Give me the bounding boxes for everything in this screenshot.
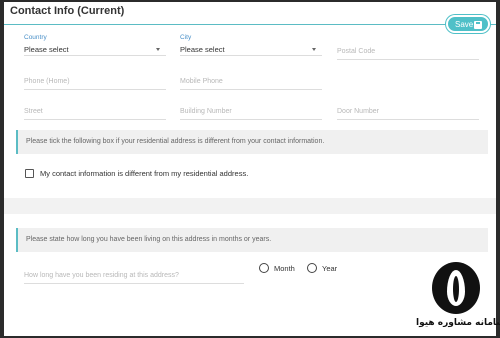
different-address-checkbox[interactable] (25, 169, 34, 178)
chevron-down-icon (156, 48, 160, 51)
year-label: Year (322, 264, 338, 273)
country-select[interactable]: Country Please select (24, 34, 166, 56)
floppy-disk-icon (474, 21, 482, 29)
mobile-phone-placeholder: Mobile Phone (180, 78, 223, 85)
city-value: Please select (180, 45, 225, 54)
year-radio[interactable] (307, 263, 317, 273)
section-header: Contact Info (Current) (4, 2, 496, 25)
country-value: Please select (24, 45, 69, 54)
checkbox-label: My contact information is different from… (40, 169, 249, 178)
info-box-address: Please tick the following box if your re… (16, 130, 488, 154)
street-placeholder: Street (24, 108, 43, 115)
building-number-field[interactable]: Building Number (180, 98, 322, 120)
mobile-phone-field[interactable]: Mobile Phone (180, 68, 322, 90)
section-title: Contact Info (Current) (10, 5, 125, 17)
city-select[interactable]: City Please select (180, 34, 322, 56)
duration-field[interactable]: How long have you been residing at this … (24, 262, 244, 284)
leaf-icon (447, 270, 465, 306)
month-radio[interactable] (259, 263, 269, 273)
save-button-label: Save (455, 19, 474, 29)
watermark-text: سامانه مشاوره هیوا (416, 318, 500, 328)
duration-placeholder: How long have you been residing at this … (24, 272, 179, 279)
watermark-logo (432, 262, 480, 314)
chevron-down-icon (312, 48, 316, 51)
contact-info-page: Contact Info (Current) Save Country Plea… (4, 2, 496, 336)
city-label: City (180, 34, 192, 41)
country-label: Country (24, 34, 47, 41)
postal-code-placeholder: Postal Code (337, 48, 376, 55)
building-number-placeholder: Building Number (180, 108, 232, 115)
door-number-field[interactable]: Door Number (337, 98, 479, 120)
info-box-duration: Please state how long you have been livi… (16, 228, 488, 252)
phone-home-placeholder: Phone (Home) (24, 78, 70, 85)
phone-home-field[interactable]: Phone (Home) (24, 68, 166, 90)
street-field[interactable]: Street (24, 98, 166, 120)
month-label: Month (274, 264, 295, 273)
door-number-placeholder: Door Number (337, 108, 380, 115)
section-divider (4, 198, 496, 214)
postal-code-field[interactable]: Postal Code (337, 38, 479, 60)
save-button[interactable]: Save (446, 15, 490, 33)
